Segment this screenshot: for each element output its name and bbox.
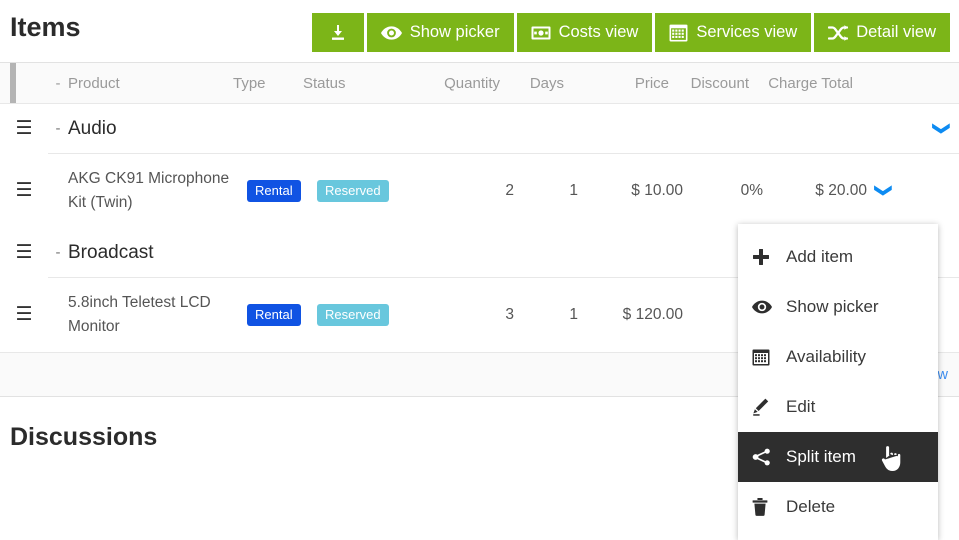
- calendar-icon: [669, 23, 688, 42]
- header-type: Type: [233, 74, 266, 92]
- group-drag-handle[interactable]: ☰: [0, 242, 48, 264]
- header-charge-total: Charge Total: [768, 74, 853, 92]
- status-badge: Reserved: [317, 304, 389, 326]
- table-header-row: - Product Type Status Quantity Days Pric…: [0, 63, 959, 104]
- menu-item-edit[interactable]: Edit: [738, 382, 938, 432]
- row-days: 1: [569, 182, 578, 199]
- chevron-down-icon[interactable]: ❯: [933, 121, 952, 135]
- group-dash: -: [55, 120, 61, 137]
- page-header: Items Show picker Costs view Services vi…: [0, 0, 959, 62]
- services-view-button[interactable]: Services view: [655, 13, 812, 52]
- menu-item-label: Delete: [786, 497, 836, 516]
- type-badge: Rental: [247, 180, 301, 202]
- row-menu-toggle[interactable]: ❯: [867, 182, 901, 201]
- hamburger-icon[interactable]: ☰: [0, 243, 48, 262]
- row-price: $ 120.00: [622, 306, 683, 323]
- costs-view-button[interactable]: Costs view: [516, 13, 653, 52]
- status-badge: Reserved: [317, 180, 389, 202]
- costs-view-label: Costs view: [558, 23, 639, 41]
- hamburger-icon[interactable]: ☰: [0, 181, 48, 200]
- plus-icon: [752, 248, 786, 266]
- download-button[interactable]: [311, 13, 364, 52]
- toolbar: Show picker Costs view Services view Det…: [311, 13, 950, 52]
- menu-item-label: Split item: [786, 447, 856, 466]
- menu-item-show-picker[interactable]: Show picker: [738, 282, 938, 332]
- header-status: Status: [303, 74, 346, 92]
- services-view-label: Services view: [696, 23, 798, 41]
- calendar-icon: [752, 348, 786, 366]
- detail-view-label: Detail view: [856, 23, 936, 41]
- menu-item-label: Availability: [786, 347, 867, 366]
- money-icon: [531, 26, 551, 40]
- row-quantity: 3: [505, 306, 514, 323]
- menu-item-availability[interactable]: Availability: [738, 332, 938, 382]
- row-drag-handle[interactable]: ☰: [0, 181, 48, 201]
- group-expand-toggle[interactable]: ❯: [925, 118, 959, 140]
- type-badge: Rental: [247, 304, 301, 326]
- menu-item-label: Show picker: [786, 297, 879, 316]
- page-title: Items: [10, 12, 81, 42]
- row-charge-total: $ 20.00: [815, 182, 867, 199]
- row-type-cell: Rental: [247, 304, 317, 326]
- show-picker-label: Show picker: [409, 23, 500, 41]
- eye-icon: [380, 25, 402, 41]
- row-days: 1: [569, 306, 578, 323]
- group-row[interactable]: ☰ - Audio ❯: [0, 104, 959, 153]
- download-icon: [328, 23, 348, 43]
- header-product: Product: [68, 74, 120, 92]
- row-drag-handle[interactable]: ☰: [0, 305, 48, 325]
- pencil-icon: [752, 398, 786, 416]
- group-name: Audio: [68, 117, 117, 139]
- show-picker-button[interactable]: Show picker: [366, 13, 514, 52]
- share-icon: [752, 448, 786, 466]
- header-quantity: Quantity: [444, 74, 500, 92]
- header-days: Days: [529, 74, 564, 92]
- menu-item-label: Edit: [786, 397, 816, 416]
- menu-item-delete[interactable]: Delete: [738, 482, 938, 532]
- header-discount: Discount: [690, 74, 749, 92]
- group-name: Broadcast: [68, 241, 154, 263]
- row-type-cell: Rental: [247, 180, 317, 202]
- hamburger-icon[interactable]: ☰: [0, 305, 48, 324]
- trash-icon: [752, 498, 786, 516]
- header-price: Price: [634, 74, 669, 92]
- row-status-cell: Reserved: [317, 180, 429, 202]
- table-row[interactable]: ☰ AKG CK91 Microphone Kit (Twin) Rental …: [15, 153, 959, 228]
- eye-icon: [752, 300, 786, 314]
- row-price: $ 10.00: [631, 182, 683, 199]
- header-dash-cell: -: [55, 74, 61, 92]
- group-drag-handle[interactable]: ☰: [0, 118, 48, 140]
- menu-item-label: Add item: [786, 247, 854, 266]
- menu-item-add-item[interactable]: Add item: [738, 232, 938, 282]
- row-product-name: 5.8inch Teletest LCD Monitor: [68, 294, 211, 335]
- row-discount: 0%: [740, 182, 763, 199]
- row-context-menu: Add item Show picker Availability Edit S…: [738, 224, 938, 540]
- detail-view-button[interactable]: Detail view: [814, 13, 950, 52]
- row-quantity: 2: [505, 182, 514, 199]
- group-dash: -: [55, 244, 61, 261]
- chevron-down-icon[interactable]: ❯: [875, 183, 894, 197]
- row-product-name: AKG CK91 Microphone Kit (Twin): [68, 170, 230, 211]
- hamburger-icon[interactable]: ☰: [0, 119, 48, 138]
- menu-item-split-item[interactable]: Split item: [738, 432, 938, 482]
- shuffle-icon: [828, 24, 849, 42]
- row-status-cell: Reserved: [317, 304, 429, 326]
